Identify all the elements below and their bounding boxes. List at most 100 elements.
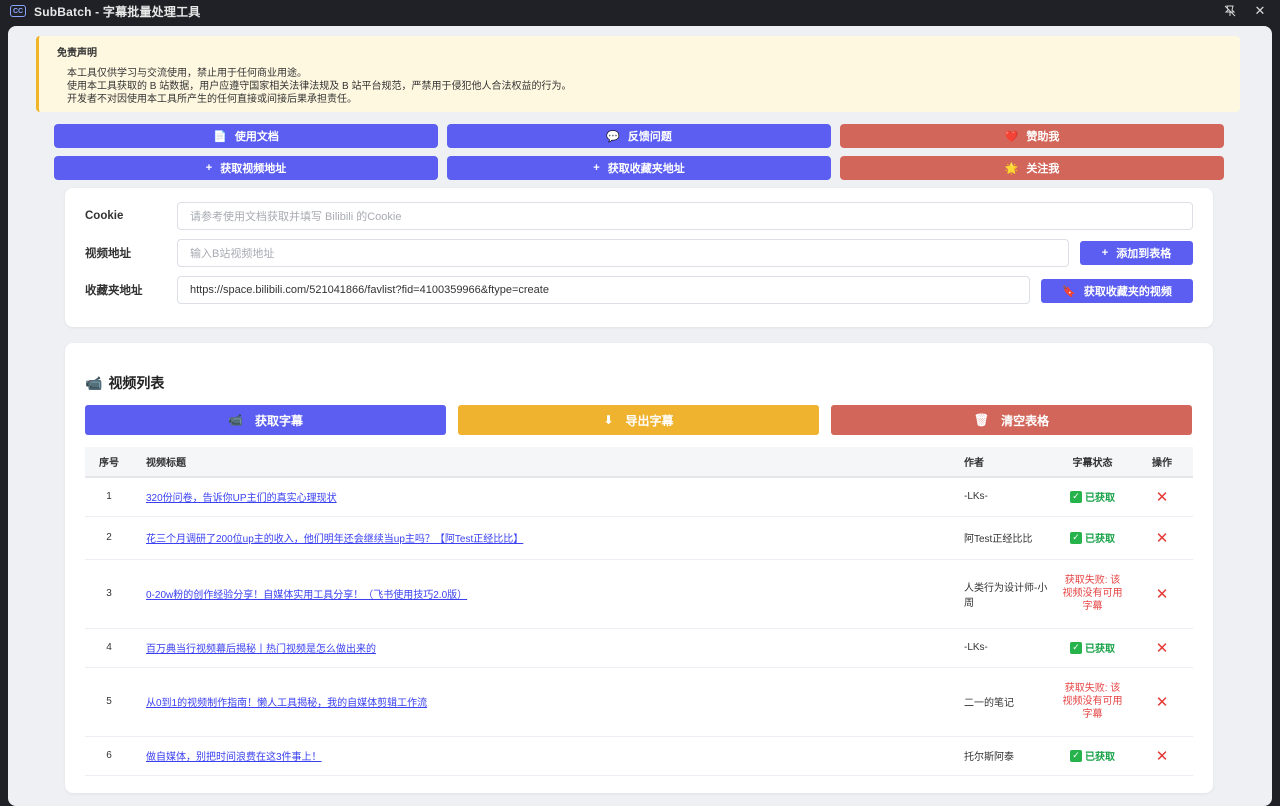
delete-row-icon[interactable]: ✕ — [1156, 530, 1169, 547]
check-icon: ✓ — [1070, 749, 1082, 762]
check-icon: ✓ — [1070, 641, 1082, 654]
row-index: 5 — [85, 667, 133, 737]
delete-row-icon[interactable]: ✕ — [1156, 694, 1169, 711]
fetch-fav-videos-button[interactable]: 🔖 获取收藏夹的视频 — [1041, 279, 1193, 303]
heart-icon: ❤️ — [1004, 130, 1019, 143]
fetch-subtitles-label: 获取字幕 — [254, 413, 303, 428]
follow-button-label: 关注我 — [1026, 163, 1060, 175]
video-title-link[interactable]: 做自媒体，别把时间浪费在这3件事上！ — [146, 752, 322, 763]
delete-row-icon[interactable]: ✕ — [1156, 489, 1169, 506]
status-success: ✓ 已获取 — [1070, 748, 1115, 763]
app-window: 免责声明 本工具仅供学习与交流使用，禁止用于任何商业用途。 使用本工具获取的 B… — [8, 26, 1272, 806]
table-row: 4 百万典当行视频幕后揭秘丨热门视频是怎么做出来的 -LKs- ✓ 已获取 ✕ — [85, 628, 1193, 668]
col-header-title: 视频标题 — [133, 447, 964, 478]
status-success: ✓ 已获取 — [1070, 530, 1115, 545]
app-logo-icon: CC — [10, 5, 26, 17]
row-index: 6 — [85, 736, 133, 776]
video-list-heading: 📹 视频列表 — [85, 373, 164, 393]
status-failed: 获取失败: 该视频没有可用字幕 — [1062, 575, 1123, 612]
table-header-row: 序号 视频标题 作者 字幕状态 操作 — [85, 447, 1193, 478]
row-index: 4 — [85, 628, 133, 668]
feedback-button[interactable]: 💬 反馈问题 — [447, 124, 831, 148]
trash-icon: 🗑 — [973, 413, 990, 427]
message-icon: 💬 — [606, 130, 620, 143]
video-url-row: 视频地址 输入B站视频地址 — [85, 239, 1069, 267]
fetch-subtitles-button[interactable]: 📹 获取字幕 — [85, 405, 446, 435]
video-url-input[interactable]: 输入B站视频地址 — [177, 239, 1069, 267]
video-list-card: 📹 视频列表 📹 获取字幕 ⬇ 导出字幕 🗑 清空表格 序号 视频标题 作者 字… — [65, 343, 1213, 793]
top-button-grid: 📄 使用文档 💬 反馈问题 ❤️ 赞助我 + 获取视频地址 + 获取收藏夹地址 … — [54, 124, 1224, 180]
row-author: 阿Test正经比比 — [964, 516, 1054, 560]
export-subtitles-label: 导出字幕 — [625, 413, 674, 428]
row-author: 人类行为设计师-小周 — [964, 559, 1054, 629]
window-title: SubBatch - 字幕批量处理工具 — [34, 4, 201, 19]
table-row: 5 从0到1的视频制作指南！懒人工具揭秘，我的自媒体剪辑工作流 二一的笔记 获取… — [85, 667, 1193, 737]
col-header-status: 字幕状态 — [1054, 447, 1131, 478]
document-icon: 📄 — [213, 130, 227, 143]
disclaimer-banner: 免责声明 本工具仅供学习与交流使用，禁止用于任何商业用途。 使用本工具获取的 B… — [36, 36, 1240, 112]
table-row: 2 花三个月调研了200位up主的收入，他们明年还会继续当up主吗？【阿Test… — [85, 516, 1193, 560]
delete-row-icon[interactable]: ✕ — [1156, 640, 1169, 657]
fetch-fav-videos-label: 获取收藏夹的视频 — [1083, 286, 1172, 298]
disclaimer-line: 开发者不对因使用本工具所产生的任何直接或间接后果承担责任。 — [67, 94, 357, 105]
follow-button[interactable]: 🌟 关注我 — [840, 156, 1224, 180]
fav-url-input[interactable]: https://space.bilibili.com/521041866/fav… — [177, 276, 1030, 304]
title-bar: CC SubBatch - 字幕批量处理工具 ✕ — [0, 0, 1280, 22]
video-title-link[interactable]: 花三个月调研了200位up主的收入，他们明年还会继续当up主吗？【阿Test正经… — [146, 534, 523, 545]
video-icon: 📹 — [228, 413, 243, 427]
row-author: 二一的笔记 — [964, 667, 1054, 737]
video-list-title: 视频列表 — [108, 375, 165, 391]
close-icon[interactable]: ✕ — [1252, 3, 1268, 19]
row-author: -LKs- — [964, 477, 1054, 517]
col-header-operation: 操作 — [1131, 447, 1193, 478]
sponsor-button-label: 赞助我 — [1026, 131, 1060, 143]
video-title-link[interactable]: 百万典当行视频幕后揭秘丨热门视频是怎么做出来的 — [146, 644, 376, 655]
clear-table-label: 清空表格 — [1001, 413, 1050, 428]
pin-off-icon[interactable] — [1222, 3, 1238, 19]
plus-icon: + — [205, 162, 213, 174]
docs-button[interactable]: 📄 使用文档 — [54, 124, 438, 148]
feedback-button-label: 反馈问题 — [627, 131, 672, 143]
docs-button-label: 使用文档 — [234, 131, 279, 143]
check-icon: ✓ — [1070, 531, 1082, 544]
delete-row-icon[interactable]: ✕ — [1156, 748, 1169, 765]
row-author: 托尔斯阿泰 — [964, 736, 1054, 776]
cookie-label: Cookie — [85, 210, 124, 222]
cookie-input[interactable]: 请参考使用文档获取并填写 Bilibili 的Cookie — [177, 202, 1193, 230]
video-title-link[interactable]: 0-20w粉的创作经验分享！自媒体实用工具分享！（飞书使用技巧2.0版） — [146, 590, 467, 601]
disclaimer-line: 本工具仅供学习与交流使用，禁止用于任何商业用途。 — [67, 68, 307, 79]
col-header-index: 序号 — [85, 447, 133, 478]
col-header-author: 作者 — [964, 447, 1054, 478]
add-to-table-label: 添加到表格 — [1116, 248, 1172, 260]
video-table: 序号 视频标题 作者 字幕状态 操作 1 320份问卷，告诉你UP主们的真实心理… — [85, 447, 1193, 776]
row-index: 1 — [85, 477, 133, 517]
star-icon: 🌟 — [1004, 162, 1019, 175]
fav-url-row: 收藏夹地址 https://space.bilibili.com/5210418… — [85, 276, 1030, 304]
get-video-url-label: 获取视频地址 — [220, 163, 287, 175]
status-success: ✓ 已获取 — [1070, 640, 1115, 655]
sponsor-button[interactable]: ❤️ 赞助我 — [840, 124, 1224, 148]
video-title-link[interactable]: 320份问卷，告诉你UP主们的真实心理现状 — [146, 493, 337, 504]
table-row: 1 320份问卷，告诉你UP主们的真实心理现状 -LKs- ✓ 已获取 ✕ — [85, 477, 1193, 517]
export-subtitles-button[interactable]: ⬇ 导出字幕 — [458, 405, 819, 435]
plus-icon: + — [1101, 247, 1109, 259]
video-title-link[interactable]: 从0到1的视频制作指南！懒人工具揭秘，我的自媒体剪辑工作流 — [146, 698, 427, 709]
video-url-label: 视频地址 — [85, 248, 131, 260]
download-icon: ⬇ — [603, 413, 614, 427]
list-action-row: 📹 获取字幕 ⬇ 导出字幕 🗑 清空表格 — [85, 405, 1193, 435]
row-index: 3 — [85, 559, 133, 629]
row-author: -LKs- — [964, 628, 1054, 668]
row-index: 2 — [85, 516, 133, 560]
plus-icon: + — [593, 162, 600, 174]
get-fav-url-button[interactable]: + 获取收藏夹地址 — [447, 156, 831, 180]
disclaimer-line: 使用本工具获取的 B 站数据，用户应遵守国家相关法律法规及 B 站平台规范，严禁… — [67, 81, 572, 92]
disclaimer-title: 免责声明 — [57, 48, 97, 59]
get-video-url-button[interactable]: + 获取视频地址 — [54, 156, 438, 180]
get-fav-url-label: 获取收藏夹地址 — [607, 163, 685, 175]
status-success: ✓ 已获取 — [1070, 489, 1115, 504]
add-to-table-button[interactable]: + 添加到表格 — [1080, 241, 1193, 265]
clear-table-button[interactable]: 🗑 清空表格 — [831, 405, 1192, 435]
cookie-row: Cookie 请参考使用文档获取并填写 Bilibili 的Cookie — [85, 202, 1193, 230]
delete-row-icon[interactable]: ✕ — [1156, 586, 1169, 603]
input-form-card: Cookie 请参考使用文档获取并填写 Bilibili 的Cookie 视频地… — [65, 188, 1213, 327]
